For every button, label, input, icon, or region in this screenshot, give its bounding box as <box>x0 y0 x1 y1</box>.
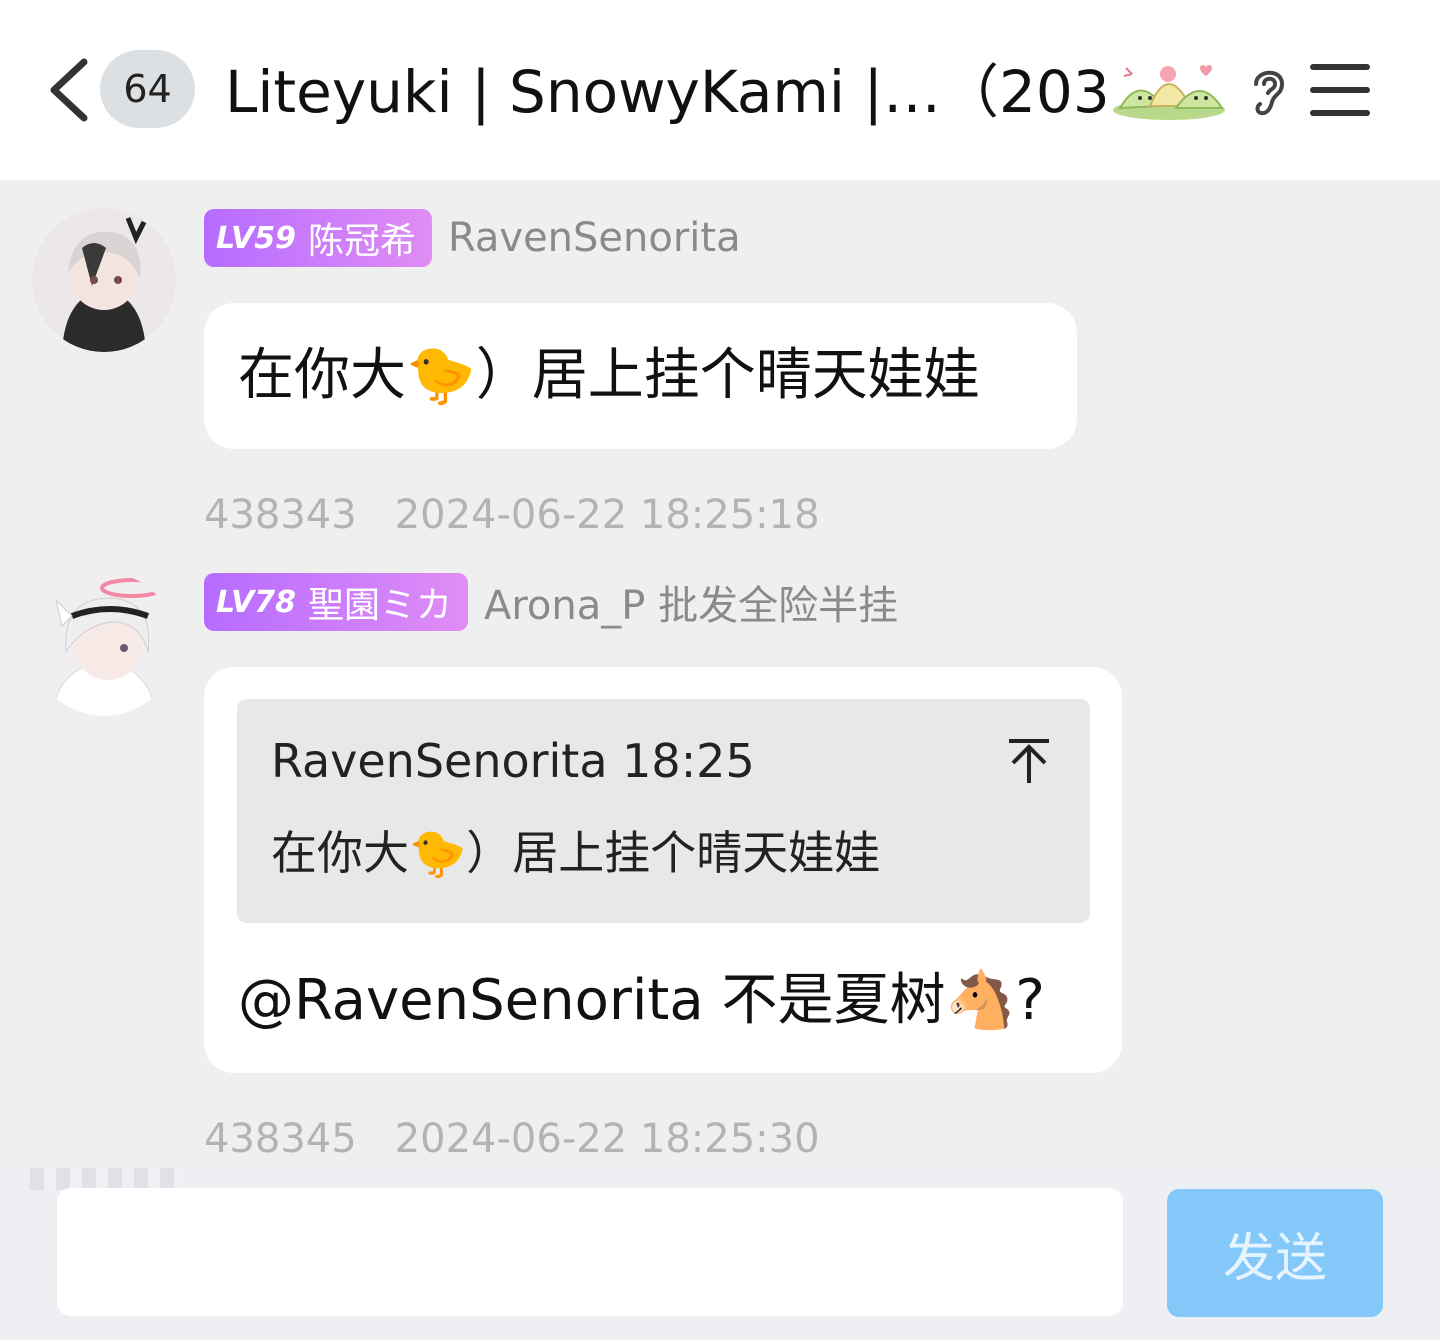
avatar-image <box>32 572 176 716</box>
message-bubble[interactable]: 在你大🐤）居上挂个晴天娃娃 <box>204 303 1077 449</box>
message-meta: 438343 2024-06-22 18:25:18 <box>204 492 820 538</box>
message-input[interactable] <box>57 1188 1123 1316</box>
sender-name[interactable]: Arona_P 批发全险半挂 <box>484 573 898 631</box>
avatar[interactable] <box>32 572 176 716</box>
avatar-image <box>32 208 176 352</box>
composer-bar: 发送 <box>0 1168 1440 1340</box>
message-time: 2024-06-22 18:25:18 <box>394 492 820 538</box>
quoted-text: 在你大🐤）居上挂个晴天娃娃 <box>271 826 881 880</box>
level-title-badge: LV59 陈冠希 <box>204 209 432 267</box>
avatar[interactable] <box>32 208 176 352</box>
sender-row: LV78 聖園ミカ Arona_P 批发全险半挂 <box>204 572 898 632</box>
message-bubble[interactable]: RavenSenorita 18:25 在你大🐤）居上挂个晴天娃娃 @Raven… <box>204 667 1122 1073</box>
message-text: @RavenSenorita 不是夏树🐴? <box>238 968 1045 1033</box>
zongzi-sticker-icon <box>1113 65 1225 120</box>
jump-to-original-icon[interactable] <box>1007 737 1051 785</box>
chat-header: 64 Liteyuki | SnowyKami |…（203） <box>0 0 1440 180</box>
level-title-badge: LV78 聖園ミカ <box>204 573 468 631</box>
message-id: 438345 <box>204 1116 357 1162</box>
message-time: 2024-06-22 18:25:30 <box>394 1116 820 1162</box>
group-title: 聖園ミカ <box>307 585 452 626</box>
menu-icon[interactable] <box>1308 62 1372 118</box>
ear-icon[interactable] <box>1248 64 1290 118</box>
blurred-content <box>30 1168 180 1190</box>
message-meta: 438345 2024-06-22 18:25:30 <box>204 1116 820 1162</box>
message-text: 在你大🐤）居上挂个晴天娃娃 <box>238 343 980 408</box>
quoted-header: RavenSenorita 18:25 <box>271 734 755 788</box>
sender-row: LV59 陈冠希 RavenSenorita <box>204 208 741 268</box>
message-id: 438343 <box>204 492 357 538</box>
level-tag: LV59 <box>216 220 296 256</box>
chat-title[interactable]: Liteyuki | SnowyKami |…（203） <box>225 52 1105 132</box>
back-arrow-icon[interactable] <box>44 58 94 122</box>
unread-count-badge[interactable]: 64 <box>100 50 195 128</box>
level-tag: LV78 <box>216 584 296 620</box>
quoted-message[interactable]: RavenSenorita 18:25 在你大🐤）居上挂个晴天娃娃 <box>237 699 1090 923</box>
send-button[interactable]: 发送 <box>1167 1189 1383 1317</box>
group-title: 陈冠希 <box>307 221 416 262</box>
sender-name[interactable]: RavenSenorita <box>448 215 741 261</box>
